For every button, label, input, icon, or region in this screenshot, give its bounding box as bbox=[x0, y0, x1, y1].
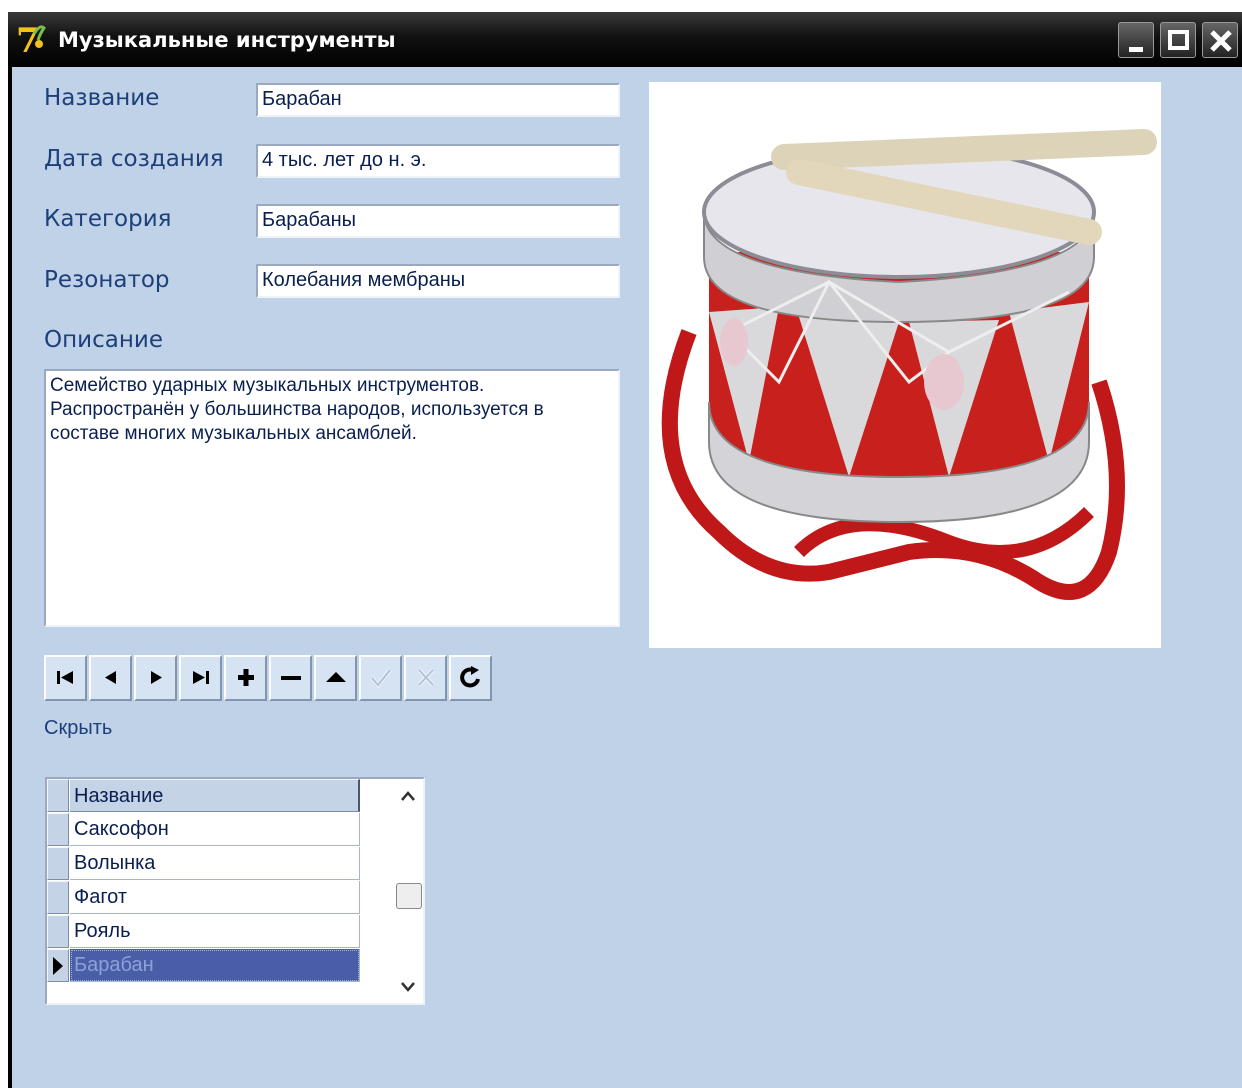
resonator-label: Резонатор bbox=[44, 267, 170, 293]
db-navigator bbox=[44, 655, 494, 703]
app-logo-icon: 7 bbox=[16, 21, 46, 58]
nav-insert-button[interactable] bbox=[224, 655, 267, 701]
prior-icon bbox=[105, 671, 116, 684]
svg-text:7: 7 bbox=[16, 21, 40, 58]
current-row-icon bbox=[53, 957, 63, 975]
grid-cell[interactable]: Волынка bbox=[70, 847, 360, 880]
post-icon bbox=[370, 668, 392, 689]
row-indicator bbox=[47, 915, 69, 948]
table-row-selected[interactable]: Барабан bbox=[47, 949, 361, 983]
edit-icon bbox=[326, 672, 346, 682]
last-icon bbox=[193, 671, 209, 684]
first-icon bbox=[57, 671, 73, 684]
delete-icon bbox=[281, 676, 301, 680]
nav-delete-button[interactable] bbox=[269, 655, 312, 701]
name-field[interactable]: Барабан bbox=[256, 83, 620, 117]
row-indicator bbox=[47, 949, 69, 982]
title-bar[interactable]: 7 Музыкальные инструменты bbox=[8, 12, 1242, 67]
header-indicator bbox=[47, 779, 69, 812]
nav-edit-button[interactable] bbox=[314, 655, 357, 701]
table-row[interactable]: Саксофон bbox=[47, 813, 361, 847]
date-field[interactable]: 4 тыс. лет до н. э. bbox=[256, 144, 620, 178]
description-line: Распространён у большинства народов, исп… bbox=[50, 399, 544, 420]
description-memo[interactable]: Семейство ударных музыкальных инструмент… bbox=[44, 369, 620, 627]
description-line: составе многих музыкальных ансамблей. bbox=[50, 423, 417, 444]
row-indicator bbox=[47, 813, 69, 846]
minimize-button[interactable] bbox=[1118, 22, 1154, 58]
insert-icon bbox=[238, 669, 254, 686]
nav-post-button[interactable] bbox=[359, 655, 402, 701]
nav-first-button[interactable] bbox=[44, 655, 87, 701]
hide-link[interactable]: Скрыть bbox=[44, 717, 112, 740]
description-line: Семейство ударных музыкальных инструмент… bbox=[50, 375, 485, 396]
description-label: Описание bbox=[44, 327, 163, 353]
table-row[interactable]: Волынка bbox=[47, 847, 361, 881]
row-indicator bbox=[47, 881, 69, 914]
row-indicator bbox=[47, 847, 69, 880]
column-header-name[interactable]: Название bbox=[70, 779, 360, 812]
table-row[interactable]: Фагот bbox=[47, 881, 361, 915]
category-field[interactable]: Барабаны bbox=[256, 204, 620, 238]
form-client-area: Название Барабан Дата создания 4 тыс. ле… bbox=[12, 67, 1242, 1088]
maximize-icon bbox=[1168, 30, 1189, 50]
grid-cell[interactable]: Рояль bbox=[70, 915, 360, 948]
grid-cell[interactable]: Фагот bbox=[70, 881, 360, 914]
nav-prior-button[interactable] bbox=[89, 655, 132, 701]
resonator-field[interactable]: Колебания мембраны bbox=[256, 264, 620, 298]
cancel-icon bbox=[417, 668, 435, 687]
next-icon bbox=[151, 671, 162, 684]
date-label: Дата создания bbox=[44, 146, 224, 172]
close-icon bbox=[1210, 30, 1232, 52]
instruments-grid[interactable]: Название Саксофон Волынка Фагот Рояль Ба… bbox=[45, 777, 425, 1005]
grid-cell-selected[interactable]: Барабан bbox=[70, 949, 360, 982]
nav-next-button[interactable] bbox=[134, 655, 177, 701]
instrument-picture bbox=[649, 82, 1161, 648]
close-button[interactable] bbox=[1202, 22, 1238, 58]
app-window: 7 Музыкальные инструменты Название Бараб… bbox=[8, 12, 1242, 1088]
nav-refresh-button[interactable] bbox=[449, 655, 492, 701]
grid-cell[interactable]: Саксофон bbox=[70, 813, 360, 846]
grid-vertical-scrollbar[interactable] bbox=[393, 779, 423, 1003]
table-row[interactable]: Рояль bbox=[47, 915, 361, 949]
minimize-icon bbox=[1129, 47, 1143, 52]
grid-header-row: Название bbox=[47, 779, 361, 813]
scroll-thumb[interactable] bbox=[396, 883, 422, 909]
category-label: Категория bbox=[44, 206, 172, 232]
scroll-up-icon[interactable] bbox=[393, 781, 423, 811]
window-title: Музыкальные инструменты bbox=[58, 28, 396, 52]
maximize-button[interactable] bbox=[1160, 22, 1196, 58]
name-label: Название bbox=[44, 85, 160, 111]
nav-last-button[interactable] bbox=[179, 655, 222, 701]
nav-cancel-button[interactable] bbox=[404, 655, 447, 701]
refresh-icon bbox=[460, 666, 480, 688]
scroll-down-icon[interactable] bbox=[393, 971, 423, 1001]
drum-image bbox=[661, 129, 1157, 600]
